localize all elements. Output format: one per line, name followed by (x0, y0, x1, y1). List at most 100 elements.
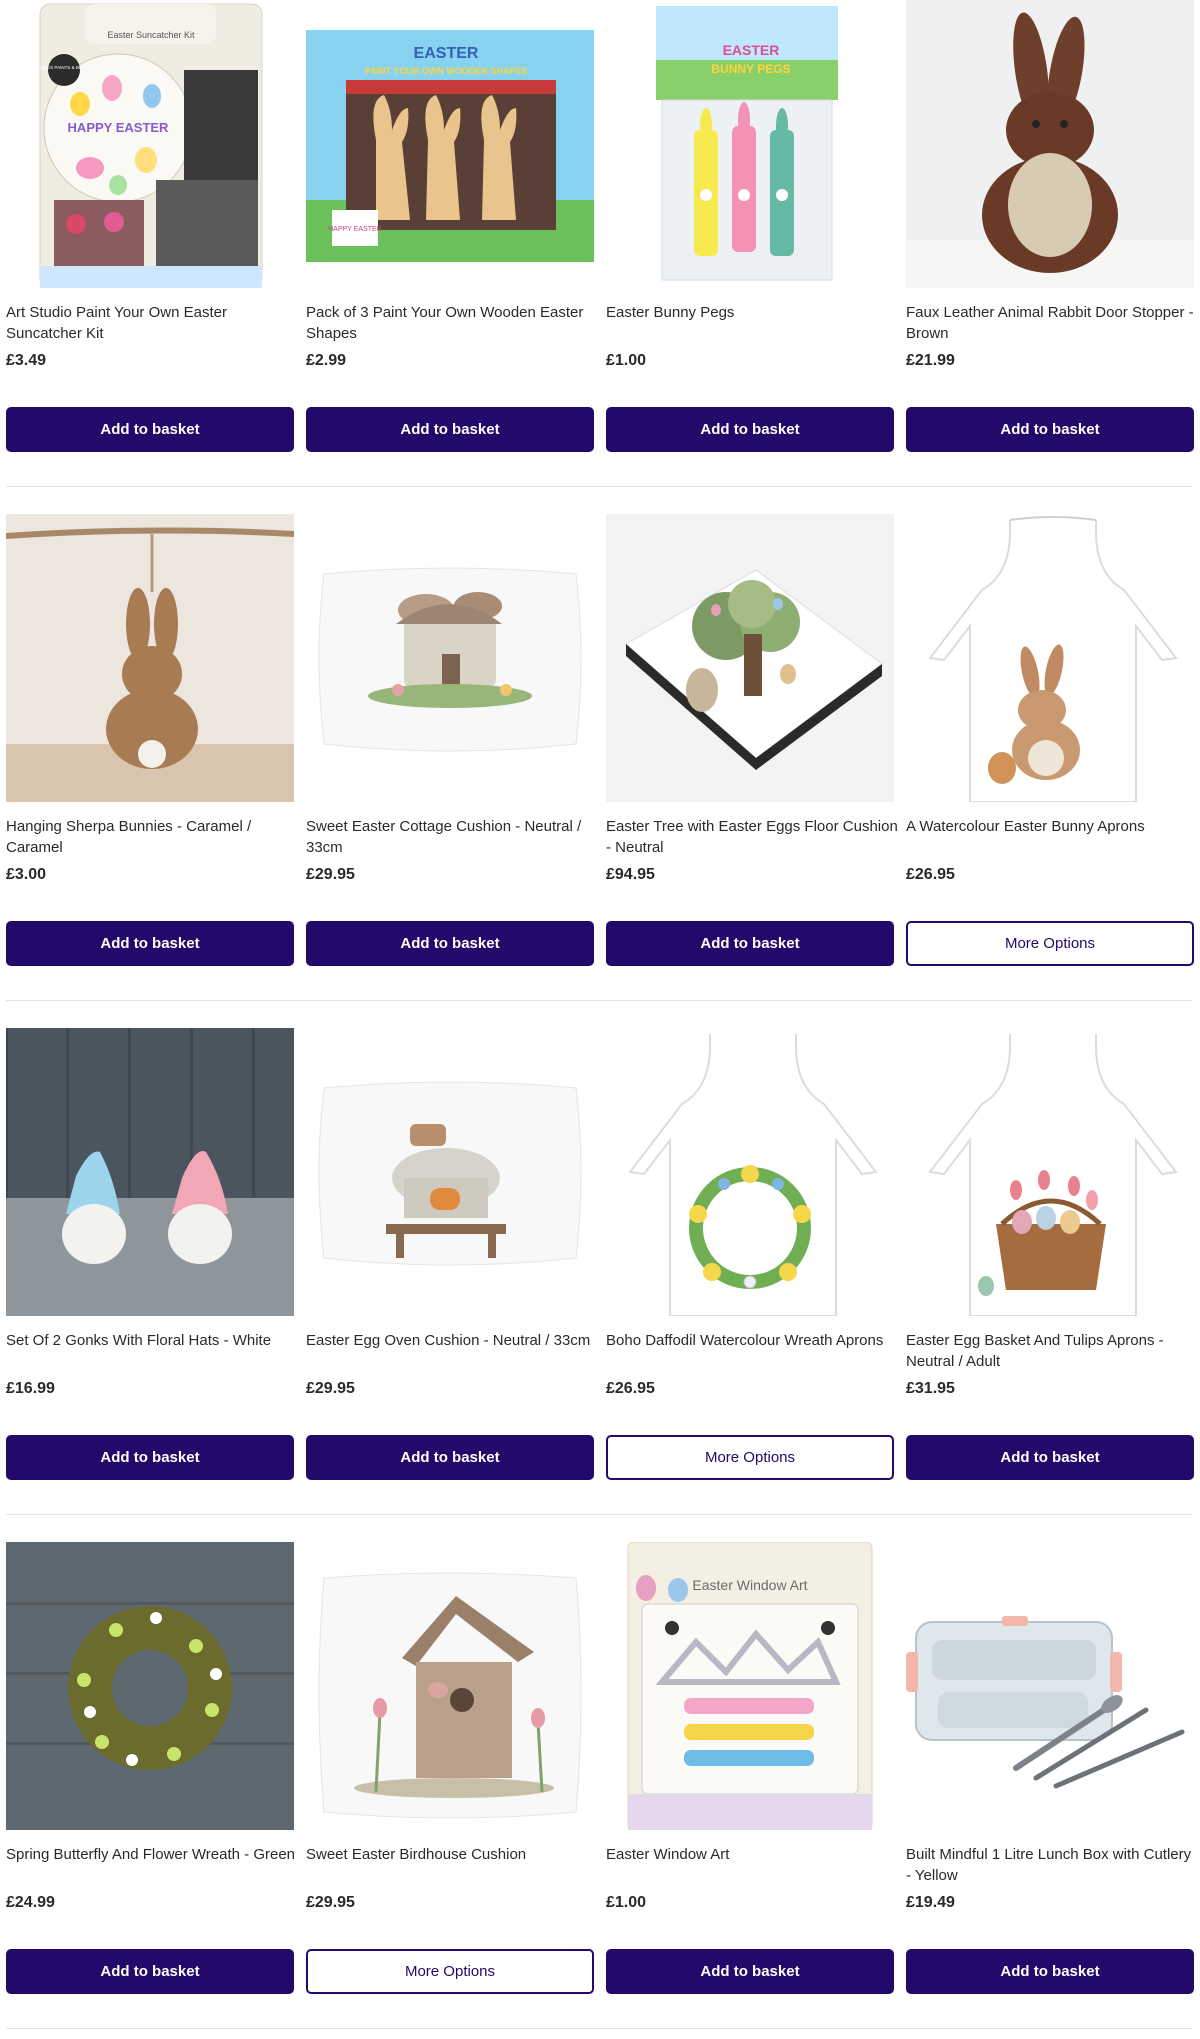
product-title[interactable]: Set Of 2 Gonks With Floral Hats - White (6, 1330, 298, 1351)
product-image[interactable] (6, 514, 294, 802)
product-title[interactable]: Sweet Easter Cottage Cushion - Neutral /… (306, 816, 598, 858)
product-card: Set Of 2 Gonks With Floral Hats - White … (6, 1028, 294, 1480)
product-title[interactable]: Built Mindful 1 Litre Lunch Box with Cut… (906, 1844, 1198, 1886)
row-divider (6, 1514, 1192, 1515)
add-to-basket-button[interactable]: Add to basket (606, 407, 894, 452)
product-price: £29.95 (306, 866, 355, 883)
product-card: Easter Egg Basket And Tulips Aprons - Ne… (906, 1028, 1194, 1480)
bunny-pegs-image: EASTER BUNNY PEGS (606, 0, 894, 288)
product-image[interactable]: Easter Window Art (606, 1542, 894, 1830)
product-image[interactable] (906, 1542, 1194, 1830)
product-price: £19.49 (906, 1894, 955, 1911)
add-to-basket-button[interactable]: Add to basket (906, 1949, 1194, 1994)
product-title[interactable]: Art Studio Paint Your Own Easter Suncatc… (6, 302, 298, 344)
oven-cushion-image (306, 1028, 594, 1316)
add-to-basket-button[interactable]: Add to basket (906, 1435, 1194, 1480)
window-art-title-text: Easter Window Art (692, 1577, 807, 1593)
product-title[interactable]: A Watercolour Easter Bunny Aprons (906, 816, 1198, 837)
pack-header-text: EASTER (414, 45, 479, 62)
product-row: Set Of 2 Gonks With Floral Hats - White … (0, 1028, 1200, 1528)
add-to-basket-button[interactable]: Add to basket (6, 1949, 294, 1994)
row-divider (6, 486, 1192, 487)
product-image[interactable] (306, 514, 594, 802)
add-to-basket-button[interactable]: Add to basket (6, 1435, 294, 1480)
product-image[interactable] (906, 1028, 1194, 1316)
bunny-apron-image (906, 514, 1194, 802)
add-to-basket-button[interactable]: Add to basket (6, 921, 294, 966)
product-card: Sweet Easter Cottage Cushion - Neutral /… (306, 514, 594, 966)
product-price: £26.95 (606, 1380, 655, 1397)
product-image[interactable] (306, 1542, 594, 1830)
product-card: Built Mindful 1 Litre Lunch Box with Cut… (906, 1542, 1194, 1994)
product-title[interactable]: Easter Tree with Easter Eggs Floor Cushi… (606, 816, 898, 858)
add-to-basket-button[interactable]: Add to basket (906, 407, 1194, 452)
product-image[interactable] (906, 514, 1194, 802)
product-title[interactable]: Pack of 3 Paint Your Own Wooden Easter S… (306, 302, 598, 344)
tree-floor-cushion-image (606, 514, 894, 802)
row-divider (6, 1000, 1192, 1001)
sticker-text: HAPPY EASTER (328, 226, 382, 233)
product-card: Faux Leather Animal Rabbit Door Stopper … (906, 0, 1194, 452)
product-row: Hanging Sherpa Bunnies - Caramel / Caram… (0, 514, 1200, 1014)
product-title[interactable]: Easter Egg Basket And Tulips Aprons - Ne… (906, 1330, 1198, 1372)
product-price: £26.95 (906, 866, 955, 883)
lunch-box-image (906, 1542, 1194, 1830)
product-card: EASTER BUNNY PEGS Easter Bunny Pegs £1.0… (606, 0, 894, 452)
pack-header-text: EASTER (723, 42, 780, 58)
product-price: £94.95 (606, 866, 655, 883)
product-image[interactable] (606, 1028, 894, 1316)
more-options-button[interactable]: More Options (906, 921, 1194, 966)
sherpa-bunny-image (6, 514, 294, 802)
product-price: £1.00 (606, 352, 647, 369)
add-to-basket-button[interactable]: Add to basket (606, 921, 894, 966)
product-title[interactable]: Easter Egg Oven Cushion - Neutral / 33cm (306, 1330, 598, 1351)
product-image[interactable]: EASTER BUNNY PEGS (606, 0, 894, 288)
product-card: Boho Daffodil Watercolour Wreath Aprons … (606, 1028, 894, 1480)
product-price: £29.95 (306, 1894, 355, 1911)
product-title[interactable]: Easter Window Art (606, 1844, 898, 1865)
product-row: Easter Suncatcher Kit INCLUDES PAINTS & … (0, 0, 1200, 500)
product-image[interactable] (6, 1028, 294, 1316)
row-divider (6, 2028, 1192, 2029)
product-title[interactable]: Boho Daffodil Watercolour Wreath Aprons (606, 1330, 898, 1351)
product-image[interactable]: Easter Suncatcher Kit INCLUDES PAINTS & … (6, 0, 294, 288)
product-card: Easter Egg Oven Cushion - Neutral / 33cm… (306, 1028, 594, 1480)
product-image[interactable] (606, 514, 894, 802)
product-card: Easter Window Art Easter Window Art £1.0… (606, 1542, 894, 1994)
more-options-button[interactable]: More Options (306, 1949, 594, 1994)
product-price: £3.49 (6, 352, 47, 369)
add-to-basket-button[interactable]: Add to basket (306, 1435, 594, 1480)
more-options-button[interactable]: More Options (606, 1435, 894, 1480)
product-card: Sweet Easter Birdhouse Cushion £29.95 Mo… (306, 1542, 594, 1994)
daffodil-apron-image (606, 1028, 894, 1316)
add-to-basket-button[interactable]: Add to basket (606, 1949, 894, 1994)
product-price: £21.99 (906, 352, 955, 369)
product-price: £1.00 (606, 1894, 647, 1911)
add-to-basket-button[interactable]: Add to basket (6, 407, 294, 452)
pack-subheader-text: BUNNY PEGS (711, 62, 790, 76)
product-title[interactable]: Easter Bunny Pegs (606, 302, 898, 323)
product-image[interactable]: EASTER PAINT YOUR OWN WOODEN SHAPES HAPP… (306, 0, 594, 288)
product-image[interactable] (906, 0, 1194, 288)
product-price: £3.00 (6, 866, 47, 883)
product-price: £29.95 (306, 1380, 355, 1397)
product-price: £24.99 (6, 1894, 55, 1911)
product-image[interactable] (6, 1542, 294, 1830)
add-to-basket-button[interactable]: Add to basket (306, 921, 594, 966)
cottage-cushion-image (306, 514, 594, 802)
product-image[interactable] (306, 1028, 594, 1316)
birdhouse-cushion-image (306, 1542, 594, 1830)
window-art-image: Easter Window Art (606, 1542, 894, 1830)
happy-easter-text: HAPPY EASTER (68, 120, 170, 135)
wooden-shapes-image: EASTER PAINT YOUR OWN WOODEN SHAPES HAPP… (306, 0, 594, 288)
box-title-text: Easter Suncatcher Kit (107, 30, 195, 40)
product-title[interactable]: Hanging Sherpa Bunnies - Caramel / Caram… (6, 816, 298, 858)
product-price: £16.99 (6, 1380, 55, 1397)
flower-wreath-image (6, 1542, 294, 1830)
product-card: Spring Butterfly And Flower Wreath - Gre… (6, 1542, 295, 1994)
add-to-basket-button[interactable]: Add to basket (306, 407, 594, 452)
product-title[interactable]: Spring Butterfly And Flower Wreath - Gre… (6, 1844, 298, 1865)
product-title[interactable]: Sweet Easter Birdhouse Cushion (306, 1844, 598, 1865)
product-price: £31.95 (906, 1380, 955, 1397)
product-title[interactable]: Faux Leather Animal Rabbit Door Stopper … (906, 302, 1198, 344)
